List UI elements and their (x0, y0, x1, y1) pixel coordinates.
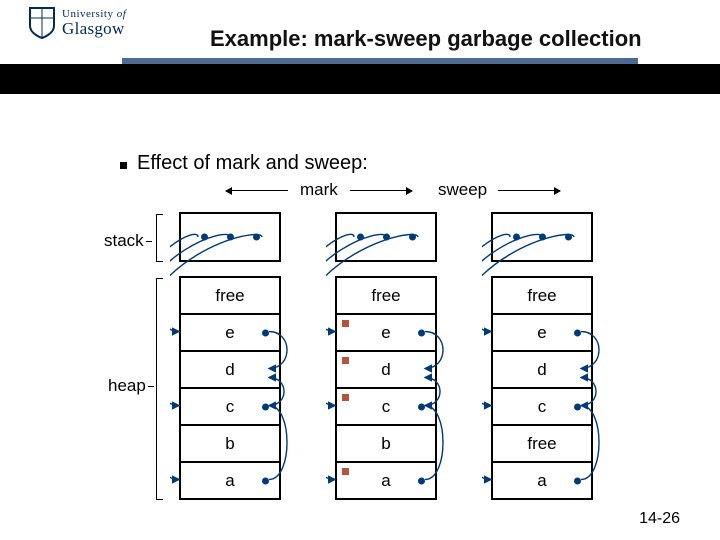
mark-dot-icon (342, 320, 349, 327)
pointer-origin-icon (262, 329, 269, 336)
page-number: 14-26 (639, 510, 680, 528)
pointer-origin-icon (574, 477, 581, 484)
phase-arrows: mark sweep (0, 180, 720, 210)
heap-cell-free: free (179, 276, 281, 313)
heap-cell-e: e (335, 313, 437, 350)
slide-title: Example: mark-sweep garbage collection (210, 26, 642, 52)
heap-cell-c: c (491, 387, 593, 424)
stack-box (335, 212, 437, 262)
pointer-origin-icon (418, 329, 425, 336)
pointer-origin-icon (418, 403, 425, 410)
column-initial: freeedcba (170, 212, 290, 500)
heap-column: freeedcfreea (491, 276, 593, 500)
shield-icon (28, 6, 56, 40)
heap-cell-d: d (491, 350, 593, 387)
heap-cell-c: c (335, 387, 437, 424)
mark-dot-icon (342, 394, 349, 401)
mark-label: mark (300, 180, 338, 200)
bullet-line: Effect of mark and sweep: (120, 152, 368, 175)
heap-bracket (156, 278, 163, 500)
stack-region-label: stack (104, 231, 152, 251)
mark-dot-icon (342, 357, 349, 364)
bullet-icon (120, 162, 127, 169)
stack-pointers (493, 234, 591, 241)
bullet-text: Effect of mark and sweep: (137, 152, 368, 175)
mark-dot-icon (342, 468, 349, 475)
slide-header: University of Glasgow Example: mark-swee… (0, 0, 720, 64)
university-logo: University of Glasgow (28, 6, 126, 40)
stack-pointers (337, 234, 435, 241)
sweep-arrow (498, 190, 560, 191)
heap-cell-d: d (335, 350, 437, 387)
header-dark-bar (0, 64, 720, 94)
pointer-origin-icon (262, 403, 269, 410)
mark-arrow-left (226, 190, 288, 191)
university-name: Glasgow (62, 20, 126, 37)
pointer-origin-icon (262, 477, 269, 484)
mark-arrow-right (350, 190, 412, 191)
heap-cell-e: e (179, 313, 281, 350)
stack-pointers (181, 234, 279, 241)
heap-cell-free: free (491, 424, 593, 461)
pointer-origin-icon (574, 403, 581, 410)
sweep-label: sweep (438, 180, 487, 200)
heap-cell-free: free (335, 276, 437, 313)
pointer-origin-icon (418, 477, 425, 484)
heap-region-label: heap (108, 376, 154, 396)
pointer-origin-icon (574, 329, 581, 336)
heap-cell-c: c (179, 387, 281, 424)
stack-bracket (156, 214, 163, 262)
heap-cell-a: a (179, 461, 281, 498)
diagram-columns: freeedcbafreeedcbafreeedcfreea (170, 212, 650, 512)
heap-column: freeedcba (179, 276, 281, 500)
heap-column: freeedcba (335, 276, 437, 500)
heap-cell-free: free (491, 276, 593, 313)
heap-cell-b: b (179, 424, 281, 461)
heap-cell-a: a (335, 461, 437, 498)
stack-box (491, 212, 593, 262)
stack-box (179, 212, 281, 262)
heap-cell-e: e (491, 313, 593, 350)
column-after-mark: freeedcba (326, 212, 446, 500)
heap-cell-a: a (491, 461, 593, 498)
column-after-sweep: freeedcfreea (482, 212, 602, 500)
heap-cell-d: d (179, 350, 281, 387)
heap-cell-b: b (335, 424, 437, 461)
